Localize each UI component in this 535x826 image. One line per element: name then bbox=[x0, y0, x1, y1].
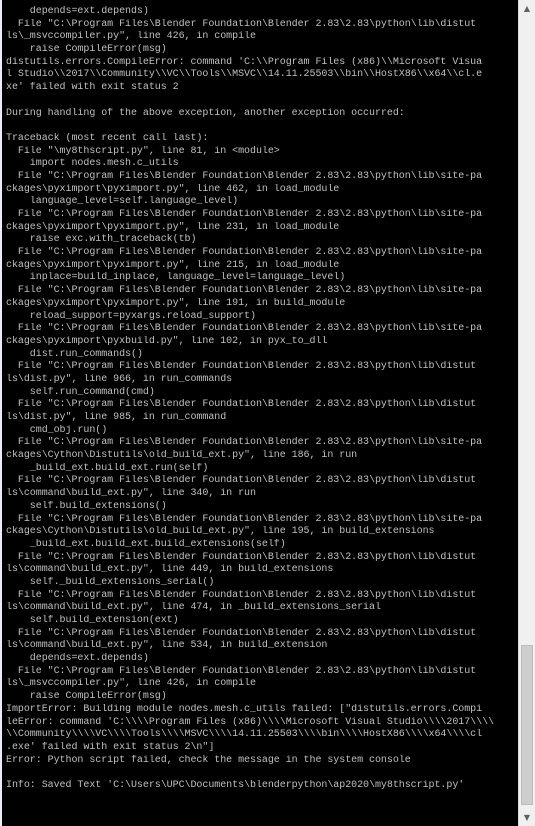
console-line: During handling of the above exception, … bbox=[6, 107, 405, 119]
console-line: File "C:\Program Files\Blender Foundatio… bbox=[6, 513, 483, 525]
console-line: File "C:\Program Files\Blender Foundatio… bbox=[6, 18, 477, 30]
console-line: ls\command\build_ext.py", line 449, in b… bbox=[6, 564, 334, 576]
console-line: File "C:\Program Files\Blender Foundatio… bbox=[6, 323, 483, 335]
console-line: raise CompileError(msg) bbox=[6, 44, 167, 56]
scroll-down-icon[interactable]: ▼ bbox=[519, 809, 535, 826]
console-line: depends=ext.depends) bbox=[6, 653, 149, 665]
console-line: File "C:\Program Files\Blender Foundatio… bbox=[6, 437, 483, 449]
console-line: self.build_extension(ext) bbox=[6, 615, 179, 626]
vertical-scrollbar[interactable]: ▲ ▼ bbox=[518, 0, 535, 826]
console-line: ckages\pyximport\pyxbuild.py", line 102,… bbox=[6, 335, 328, 347]
console-line: ls\command\build_ext.py", line 340, in r… bbox=[6, 488, 256, 500]
console-line: ckages\Cython\Distutils\old_build_ext.py… bbox=[6, 526, 435, 538]
console-line: ckages\Cython\Distutils\old_build_ext.py… bbox=[6, 450, 358, 462]
console-line: ckages\pyximport\pyximport.py", line 191… bbox=[6, 297, 346, 309]
console-line: distutils.errors.CompileError: command '… bbox=[6, 56, 483, 68]
console-line: ImportError: Building module nodes.mesh.… bbox=[6, 703, 483, 715]
console-line: dist.run_commands() bbox=[6, 348, 143, 360]
console-line: \\Community\\\\VC\\\\Tools\\\\MSVC\\\\14… bbox=[6, 729, 483, 741]
console-line: self.build_extensions() bbox=[6, 500, 167, 512]
console-line: _build_ext.build_ext.run(self) bbox=[6, 462, 209, 474]
console-line: import nodes.mesh.c_utils bbox=[6, 158, 179, 170]
console-line: _build_ext.build_ext.build_extensions(se… bbox=[6, 538, 286, 550]
console-line: File "C:\Program Files\Blender Foundatio… bbox=[6, 551, 477, 563]
scrollbar-thumb[interactable] bbox=[521, 645, 533, 805]
console-line: ls\_msvccompiler.py", line 426, in compi… bbox=[6, 31, 256, 43]
console-output[interactable]: depends=ext.depends) File "C:\Program Fi… bbox=[2, 0, 518, 826]
console-line: ls\command\build_ext.py", line 474, in _… bbox=[6, 602, 381, 614]
console-line: File "C:\Program Files\Blender Foundatio… bbox=[6, 247, 483, 259]
console-line: l Studio\\2017\\Community\\VC\\Tools\\MS… bbox=[6, 69, 483, 81]
console-line: xe' failed with exit status 2 bbox=[6, 82, 179, 94]
console-line: ckages\pyximport\pyximport.py", line 231… bbox=[6, 221, 340, 233]
console-line: File "C:\Program Files\Blender Foundatio… bbox=[6, 209, 483, 220]
console-line: ls\dist.py", line 966, in run_commands bbox=[6, 373, 233, 385]
console-line: File "C:\Program Files\Blender Foundatio… bbox=[6, 170, 483, 182]
console-line: File "C:\Program Files\Blender Foundatio… bbox=[6, 627, 477, 639]
console-line: File "C:\Program Files\Blender Foundatio… bbox=[6, 589, 477, 601]
console-line: inplace=build_inplace, language_level=la… bbox=[6, 272, 346, 284]
console-line: depends=ext.depends) bbox=[6, 6, 149, 17]
console-line: File "C:\Program Files\Blender Foundatio… bbox=[6, 475, 477, 487]
console-line: File "C:\Program Files\Blender Foundatio… bbox=[6, 399, 477, 411]
console-line: ls\_msvccompiler.py", line 426, in compi… bbox=[6, 678, 256, 690]
console-line: ls\command\build_ext.py", line 534, in b… bbox=[6, 640, 328, 652]
console-line: self._build_extensions_serial() bbox=[6, 576, 215, 588]
console-line: Info: Saved Text 'C:\Users\UPC\Documents… bbox=[6, 779, 465, 791]
console-line: raise exc.with_traceback(tb) bbox=[6, 234, 197, 246]
console-line: reload_support=pyxargs.reload_support) bbox=[6, 310, 256, 322]
console-line: language_level=self.language_level) bbox=[6, 196, 239, 208]
console-line: File "C:\Program Files\Blender Foundatio… bbox=[6, 285, 483, 297]
console-text: depends=ext.depends) File "C:\Program Fi… bbox=[6, 6, 518, 793]
system-console-window: depends=ext.depends) File "C:\Program Fi… bbox=[0, 0, 535, 826]
console-line: .exe' failed with exit status 2\n"] bbox=[6, 741, 215, 753]
console-line: Traceback (most recent call last): bbox=[6, 132, 209, 144]
console-line: ckages\pyximport\pyximport.py", line 462… bbox=[6, 183, 340, 195]
console-line: cmd_obj.run() bbox=[6, 424, 108, 436]
console-line: raise CompileError(msg) bbox=[6, 691, 167, 703]
console-line: File "C:\Program Files\Blender Foundatio… bbox=[6, 361, 477, 373]
console-line: self.run_command(cmd) bbox=[6, 386, 155, 398]
console-line: Error: Python script failed, check the m… bbox=[6, 754, 411, 766]
console-line: leError: command 'C:\\\\Program Files (x… bbox=[6, 716, 494, 728]
console-line: ckages\pyximport\pyximport.py", line 215… bbox=[6, 259, 340, 271]
scroll-up-icon[interactable]: ▲ bbox=[519, 0, 535, 17]
console-line: File "C:\Program Files\Blender Foundatio… bbox=[6, 665, 477, 677]
console-line: File "\my8thscript.py", line 81, in <mod… bbox=[6, 145, 280, 157]
console-line: ls\dist.py", line 985, in run_command bbox=[6, 412, 227, 423]
